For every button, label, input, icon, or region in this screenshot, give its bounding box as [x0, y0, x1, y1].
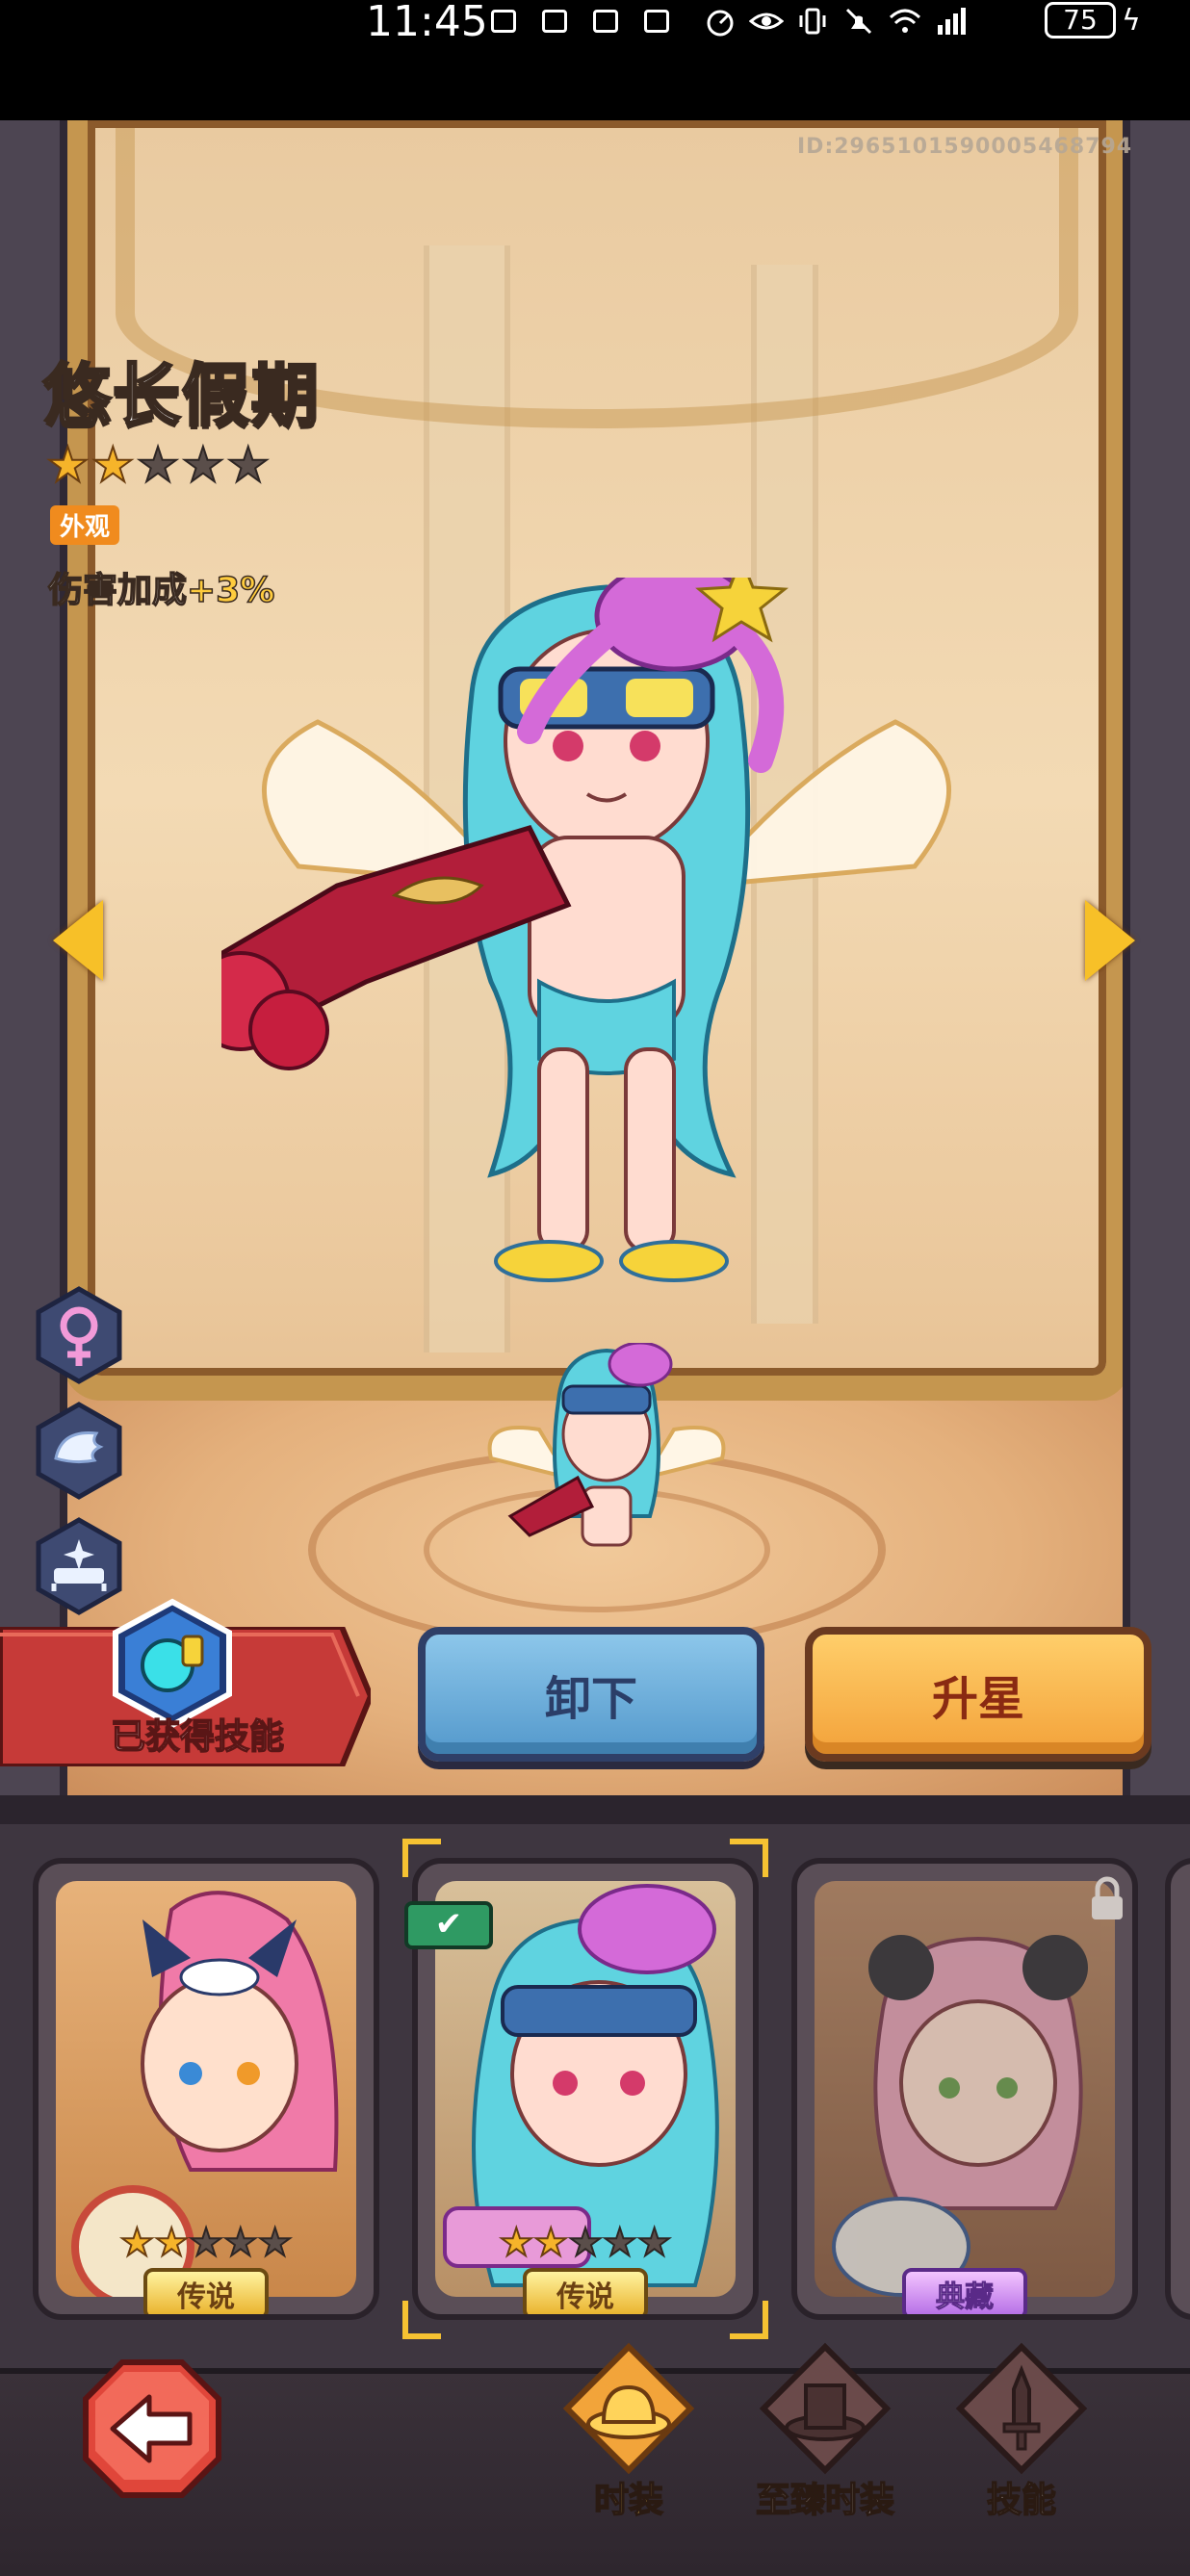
hero-character-illustration [221, 578, 951, 1282]
eye-icon [749, 13, 784, 30]
star-filled-icon: ★ [532, 2221, 569, 2265]
wing-toggle-button[interactable] [33, 1401, 125, 1501]
bonus-label: 伤害加成 [47, 570, 188, 611]
costume-type-tag: 外观 [50, 505, 120, 545]
vibrate-icon [799, 8, 826, 35]
star-empty-icon: ★ [567, 2221, 604, 2265]
star-filled-icon: ★ [153, 2221, 190, 2265]
card-star-rating: ★ ★ ★ ★ ★ [39, 2221, 374, 2265]
card-portrait [815, 1881, 1115, 2297]
status-icons [703, 2, 969, 40]
notification-icon [491, 10, 516, 33]
data-saver-icon [707, 10, 734, 37]
wifi-icon [889, 9, 921, 33]
wing-icon [36, 1402, 122, 1500]
female-icon [36, 1286, 122, 1384]
tab-skill-label: 技能 [986, 2480, 1057, 2521]
status-time: 11:45 [366, 0, 488, 46]
star-empty-icon: ★ [257, 2221, 294, 2265]
previous-costume-arrow[interactable] [53, 900, 103, 981]
tab-costume-label: 时装 [593, 2480, 664, 2521]
star-filled-icon: ★ [91, 437, 136, 493]
rarity-badge: 典藏 [902, 2268, 1027, 2314]
back-button[interactable] [82, 2358, 222, 2499]
star-filled-icon: ★ [118, 2221, 155, 2265]
star-filled-icon: ★ [498, 2221, 534, 2265]
top-hat-icon [759, 2342, 892, 2475]
costume-title: 悠长假期 [42, 355, 321, 437]
damage-bonus: 伤害加成+3% [47, 562, 275, 612]
rarity-badge: 传说 [523, 2268, 648, 2314]
charging-icon: ϟ [1122, 4, 1141, 38]
star-filled-icon: ★ [45, 437, 91, 493]
costume-card-locked[interactable]: 典藏 [791, 1858, 1138, 2320]
battery-indicator: 75 [1045, 2, 1116, 39]
panel-divider [0, 1795, 1190, 1824]
unequip-button[interactable]: 卸下 [418, 1627, 764, 1762]
next-costume-arrow[interactable] [1085, 900, 1135, 981]
notification-icon [593, 10, 618, 33]
star-up-button[interactable]: 升星 [805, 1627, 1151, 1762]
star-empty-icon: ★ [188, 2221, 224, 2265]
player-id: ID:2965101590005468794 [797, 135, 1133, 159]
star-empty-icon: ★ [636, 2221, 673, 2265]
star-empty-icon: ★ [602, 2221, 638, 2265]
tab-costume[interactable]: 时装 [547, 2341, 711, 2534]
card-star-rating: ★ ★ ★ ★ ★ [418, 2221, 753, 2265]
panda-hair-character-portrait [832, 1935, 1088, 2297]
sword-icon [955, 2342, 1088, 2475]
costume-card[interactable]: ★ ★ ★ ★ ★ 传说 [33, 1858, 379, 2320]
bonus-value: +3% [186, 570, 275, 611]
gender-filter-button[interactable] [33, 1285, 125, 1385]
costume-card-partial[interactable] [1165, 1858, 1190, 2320]
star-empty-icon: ★ [136, 437, 181, 493]
status-bar: 11:45 75 ϟ [0, 0, 1190, 120]
acquired-skill-label: 已获得技能 [110, 1716, 285, 1758]
star-empty-icon: ★ [180, 437, 225, 493]
tab-skill[interactable]: 技能 [940, 2341, 1103, 2534]
signal-4g-icon [938, 8, 966, 35]
tab-supreme-costume-label: 至臻时装 [755, 2480, 895, 2521]
notification-icon [644, 10, 669, 33]
lock-icon [1092, 1876, 1123, 1919]
notification-icon [542, 10, 567, 33]
mute-icon [845, 8, 872, 35]
chibi-character-preview [487, 1343, 726, 1547]
hat-icon [562, 2342, 695, 2475]
star-empty-icon: ★ [222, 2221, 259, 2265]
star-empty-icon: ★ [225, 437, 271, 493]
tab-supreme-costume[interactable]: 至臻时装 [743, 2341, 907, 2534]
costume-star-rating: ★ ★ ★ ★ ★ [45, 437, 271, 493]
equipped-check-icon: ✔ [404, 1901, 493, 1949]
rarity-badge: 传说 [143, 2268, 269, 2314]
